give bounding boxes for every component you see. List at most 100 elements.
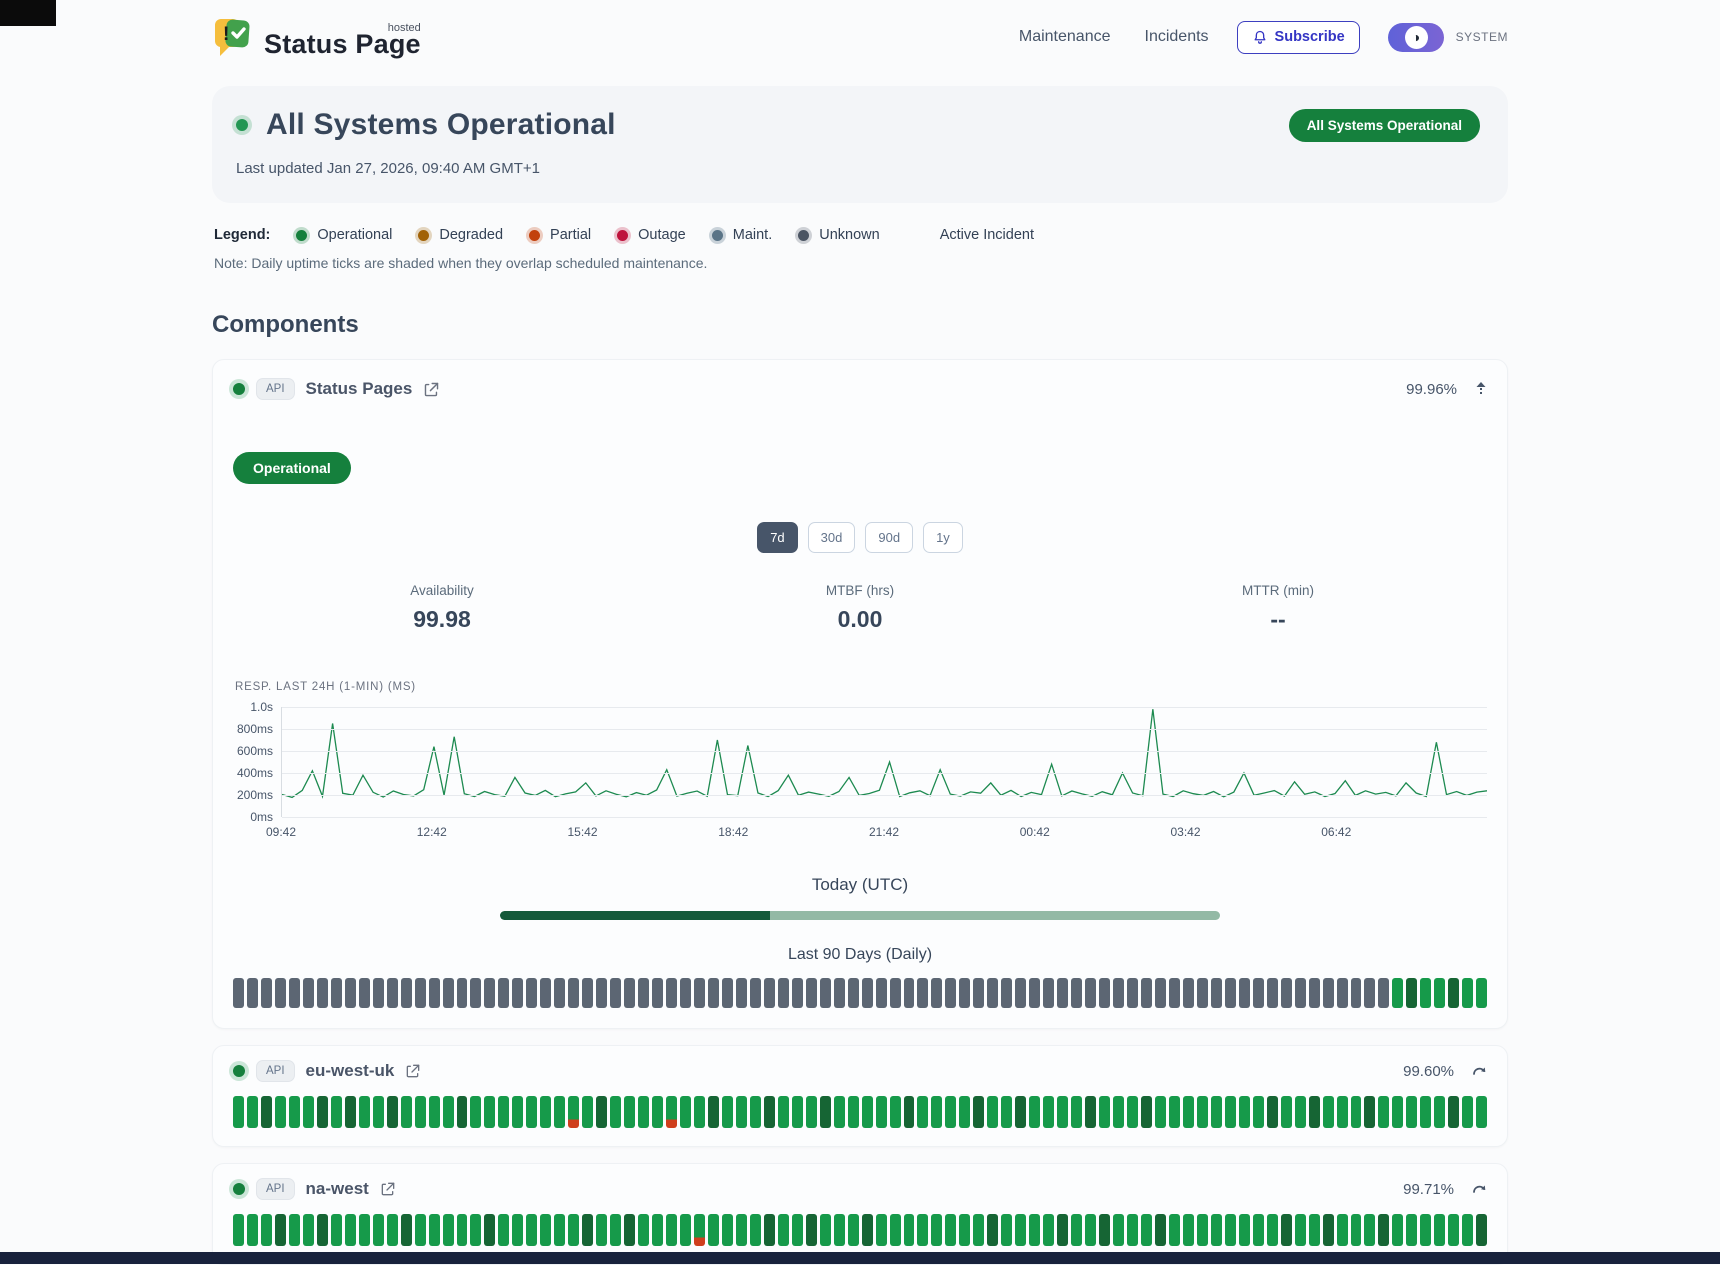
uptime-tick[interactable] bbox=[247, 978, 258, 1008]
uptime-tick[interactable] bbox=[1043, 1096, 1054, 1128]
uptime-tick[interactable] bbox=[973, 978, 984, 1008]
uptime-tick[interactable] bbox=[666, 978, 677, 1008]
uptime-tick[interactable] bbox=[484, 978, 495, 1008]
uptime-tick[interactable] bbox=[945, 1096, 956, 1128]
uptime-tick[interactable] bbox=[415, 978, 426, 1008]
uptime-tick[interactable] bbox=[1071, 1096, 1082, 1128]
uptime-tick[interactable] bbox=[443, 1096, 454, 1128]
uptime-tick[interactable] bbox=[848, 978, 859, 1008]
uptime-tick[interactable] bbox=[1378, 978, 1389, 1008]
uptime-tick[interactable] bbox=[1323, 978, 1334, 1008]
uptime-tick[interactable] bbox=[848, 1096, 859, 1128]
uptime-tick[interactable] bbox=[652, 1096, 663, 1128]
uptime-tick[interactable] bbox=[1337, 1096, 1348, 1128]
uptime-tick[interactable] bbox=[666, 1096, 677, 1128]
uptime-tick[interactable] bbox=[959, 1214, 970, 1246]
uptime-tick[interactable] bbox=[568, 978, 579, 1008]
uptime-tick[interactable] bbox=[387, 1214, 398, 1246]
uptime-tick[interactable] bbox=[876, 1096, 887, 1128]
uptime-tick[interactable] bbox=[680, 1214, 691, 1246]
uptime-tick[interactable] bbox=[764, 1096, 775, 1128]
uptime-tick[interactable] bbox=[708, 1096, 719, 1128]
uptime-tick[interactable] bbox=[1211, 1096, 1222, 1128]
uptime-tick[interactable] bbox=[1406, 1096, 1417, 1128]
uptime-tick[interactable] bbox=[1378, 1214, 1389, 1246]
uptime-tick[interactable] bbox=[554, 1214, 565, 1246]
uptime-tick[interactable] bbox=[778, 1096, 789, 1128]
uptime-tick[interactable] bbox=[275, 1096, 286, 1128]
uptime-tick[interactable] bbox=[596, 1096, 607, 1128]
uptime-tick[interactable] bbox=[303, 1214, 314, 1246]
range-button-30d[interactable]: 30d bbox=[808, 522, 856, 553]
uptime-tick[interactable] bbox=[373, 978, 384, 1008]
uptime-tick[interactable] bbox=[1309, 978, 1320, 1008]
uptime-tick[interactable] bbox=[931, 978, 942, 1008]
uptime-tick[interactable] bbox=[1420, 978, 1431, 1008]
uptime-tick[interactable] bbox=[1364, 978, 1375, 1008]
expand-icon[interactable] bbox=[1472, 1183, 1487, 1195]
uptime-tick[interactable] bbox=[1351, 1096, 1362, 1128]
uptime-tick[interactable] bbox=[890, 1214, 901, 1246]
uptime-tick[interactable] bbox=[1239, 1214, 1250, 1246]
uptime-tick[interactable] bbox=[1029, 1214, 1040, 1246]
uptime-tick[interactable] bbox=[512, 1096, 523, 1128]
uptime-tick[interactable] bbox=[931, 1096, 942, 1128]
uptime-tick[interactable] bbox=[289, 1096, 300, 1128]
uptime-tick[interactable] bbox=[1141, 1214, 1152, 1246]
uptime-tick[interactable] bbox=[582, 978, 593, 1008]
uptime-tick[interactable] bbox=[359, 978, 370, 1008]
uptime-tick[interactable] bbox=[708, 978, 719, 1008]
uptime-tick[interactable] bbox=[1085, 1096, 1096, 1128]
uptime-tick[interactable] bbox=[1476, 1096, 1487, 1128]
uptime-tick[interactable] bbox=[973, 1096, 984, 1128]
uptime-tick[interactable] bbox=[722, 978, 733, 1008]
uptime-tick[interactable] bbox=[1351, 1214, 1362, 1246]
uptime-tick[interactable] bbox=[1001, 978, 1012, 1008]
uptime-tick[interactable] bbox=[1225, 1214, 1236, 1246]
uptime-tick[interactable] bbox=[317, 978, 328, 1008]
uptime-tick[interactable] bbox=[233, 1214, 244, 1246]
uptime-tick[interactable] bbox=[1267, 1214, 1278, 1246]
uptime-tick[interactable] bbox=[401, 978, 412, 1008]
uptime-tick[interactable] bbox=[429, 1214, 440, 1246]
range-button-90d[interactable]: 90d bbox=[865, 522, 913, 553]
uptime-tick[interactable] bbox=[917, 978, 928, 1008]
uptime-tick[interactable] bbox=[1155, 1096, 1166, 1128]
uptime-tick[interactable] bbox=[1281, 1096, 1292, 1128]
uptime-tick[interactable] bbox=[331, 1096, 342, 1128]
uptime-tick[interactable] bbox=[1001, 1214, 1012, 1246]
uptime-tick[interactable] bbox=[526, 1214, 537, 1246]
uptime-tick[interactable] bbox=[959, 978, 970, 1008]
brand-logo[interactable]: ! hosted Status Page bbox=[212, 16, 421, 58]
uptime-tick[interactable] bbox=[876, 1214, 887, 1246]
uptime-tick[interactable] bbox=[1127, 1214, 1138, 1246]
uptime-tick[interactable] bbox=[1113, 1096, 1124, 1128]
uptime-tick[interactable] bbox=[820, 978, 831, 1008]
uptime-tick[interactable] bbox=[387, 978, 398, 1008]
uptime-tick[interactable] bbox=[750, 978, 761, 1008]
uptime-tick[interactable] bbox=[1267, 978, 1278, 1008]
uptime-tick[interactable] bbox=[415, 1214, 426, 1246]
uptime-tick[interactable] bbox=[736, 978, 747, 1008]
uptime-tick[interactable] bbox=[1281, 1214, 1292, 1246]
uptime-tick[interactable] bbox=[945, 978, 956, 1008]
uptime-tick[interactable] bbox=[1141, 1096, 1152, 1128]
uptime-tick[interactable] bbox=[610, 1214, 621, 1246]
uptime-tick[interactable] bbox=[457, 1096, 468, 1128]
uptime-tick[interactable] bbox=[1434, 978, 1445, 1008]
uptime-tick[interactable] bbox=[1392, 1214, 1403, 1246]
uptime-tick[interactable] bbox=[233, 1096, 244, 1128]
uptime-tick[interactable] bbox=[331, 978, 342, 1008]
uptime-tick[interactable] bbox=[443, 978, 454, 1008]
theme-toggle[interactable]: ◑ bbox=[1388, 23, 1444, 52]
uptime-tick[interactable] bbox=[610, 978, 621, 1008]
uptime-tick[interactable] bbox=[1434, 1214, 1445, 1246]
nav-link-maintenance[interactable]: Maintenance bbox=[1019, 28, 1111, 46]
uptime-tick[interactable] bbox=[750, 1214, 761, 1246]
uptime-tick[interactable] bbox=[1337, 978, 1348, 1008]
uptime-tick[interactable] bbox=[457, 978, 468, 1008]
uptime-tick[interactable] bbox=[1057, 1096, 1068, 1128]
uptime-tick[interactable] bbox=[945, 1214, 956, 1246]
uptime-tick[interactable] bbox=[1392, 1096, 1403, 1128]
uptime-tick[interactable] bbox=[275, 1214, 286, 1246]
